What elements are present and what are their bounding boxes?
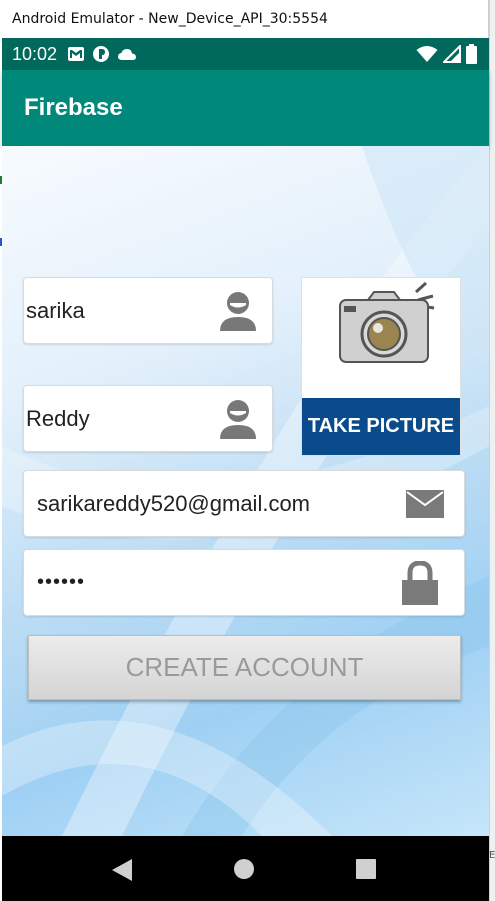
last-name-value: Reddy xyxy=(26,405,90,431)
first-name-value: sarika xyxy=(26,297,85,323)
wifi-icon xyxy=(416,46,438,62)
take-picture-label: TAKE PICTURE xyxy=(302,395,460,455)
password-field[interactable]: •••••• xyxy=(23,549,465,616)
navigation-bar xyxy=(2,836,489,901)
person-icon xyxy=(220,399,256,439)
signal-icon xyxy=(443,45,461,63)
person-icon xyxy=(220,291,256,331)
cloud-icon xyxy=(118,49,137,60)
edge-label: E xyxy=(489,850,495,861)
take-picture-button[interactable]: TAKE PICTURE xyxy=(301,277,461,456)
camera-icon xyxy=(339,282,435,363)
window-title: Android Emulator - New_Device_API_30:555… xyxy=(12,11,328,27)
back-icon[interactable] xyxy=(111,858,133,882)
home-icon[interactable] xyxy=(233,858,255,880)
play-protect-icon xyxy=(93,46,110,62)
status-bar: 10:02 xyxy=(2,38,489,70)
lock-icon xyxy=(402,560,438,605)
window-edge xyxy=(489,0,495,901)
create-account-button[interactable]: CREATE ACCOUNT xyxy=(28,635,461,700)
signup-screen: sarika Reddy TAKE PICTURE sarikareddy520… xyxy=(2,146,489,836)
email-field[interactable]: sarikareddy520@gmail.com xyxy=(23,470,465,537)
last-name-field[interactable]: Reddy xyxy=(23,385,273,452)
first-name-field[interactable]: sarika xyxy=(23,277,273,344)
status-time: 10:02 xyxy=(12,43,58,64)
gmail-icon xyxy=(68,47,85,61)
app-title: Firebase xyxy=(24,94,123,121)
window-title-bar: Android Emulator - New_Device_API_30:555… xyxy=(0,0,489,38)
envelope-icon xyxy=(406,489,444,518)
battery-icon xyxy=(466,44,477,64)
password-value: •••••• xyxy=(37,571,86,593)
email-value: sarikareddy520@gmail.com xyxy=(37,490,311,516)
app-bar: Firebase xyxy=(2,70,489,146)
recents-icon[interactable] xyxy=(356,859,376,879)
